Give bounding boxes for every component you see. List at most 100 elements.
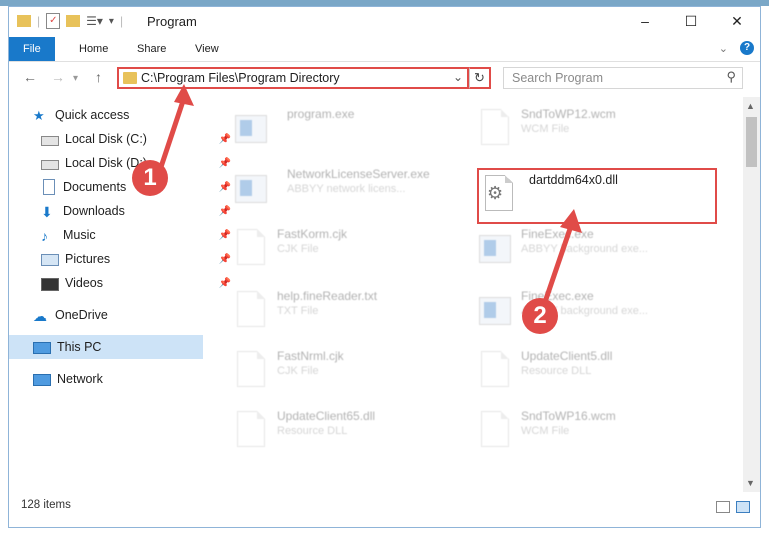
file-name: NetworkLicenseServer.exe [287, 167, 430, 181]
customize-toolbar-icon[interactable]: ▾ [109, 16, 114, 27]
file-item[interactable]: SndToWP16.wcm WCM File [477, 403, 717, 453]
details-view-icon[interactable] [716, 501, 730, 513]
close-button[interactable]: ✕ [714, 7, 760, 35]
sidebar-item-music[interactable]: ♪ Music 📌 [9, 223, 235, 247]
sidebar-item-label: Network [57, 372, 103, 386]
file-type: TXT File [277, 305, 319, 317]
properties-icon[interactable]: ✓ [46, 13, 61, 29]
search-box[interactable]: ⚲ [503, 67, 743, 89]
document-icon [43, 179, 55, 195]
file-type: CJK File [277, 365, 319, 377]
dll-gear-icon [233, 409, 267, 449]
exe-icon [477, 227, 511, 267]
file-list: program.exe SndToWP12.wcm WCM File Netwo… [207, 97, 741, 487]
tab-home[interactable]: Home [67, 37, 120, 61]
sidebar-item-label: Pictures [65, 252, 111, 266]
sidebar-item-label: OneDrive [55, 308, 108, 322]
sidebar-item-label: This PC [57, 340, 102, 354]
minimize-button[interactable]: – [622, 7, 668, 35]
chevron-down-icon[interactable]: ⌄ [453, 70, 463, 84]
quick-access-toolbar: | ✓ ☰▾ ▾ | [17, 13, 123, 29]
ribbon-controls: ⌄ ? [719, 41, 754, 55]
file-item[interactable]: NetworkLicenseServer.exe ABBYY network l… [233, 161, 473, 211]
file-item[interactable]: UpdateClient5.dll Resource DLL [477, 343, 717, 393]
file-item[interactable]: FastKorm.cjk CJK File [233, 221, 473, 271]
navigation-bar: ← → ▾ ↑ C:\Program Files\Program Directo… [9, 64, 760, 92]
file-item[interactable]: UpdateClient65.dll Resource DLL [233, 403, 473, 453]
file-name: SndToWP12.wcm [521, 107, 616, 121]
download-icon: ⬇ [41, 204, 53, 220]
folder-icon [17, 15, 31, 27]
recent-locations-icon[interactable]: ▾ [73, 73, 78, 84]
file-item[interactable]: FastNrml.cjk CJK File [233, 343, 473, 393]
expand-ribbon-icon[interactable]: ⌄ [719, 42, 728, 55]
tab-view[interactable]: View [183, 37, 231, 61]
separator: | [119, 14, 124, 28]
file-name: help.fineReader.txt [277, 289, 378, 303]
file-item[interactable]: FineExec.exe ABBYY background exe... [477, 283, 717, 333]
tab-file[interactable]: File [9, 37, 55, 61]
file-type: WCM File [521, 425, 570, 437]
picture-icon [41, 254, 59, 266]
search-input[interactable] [510, 70, 714, 86]
scrollbar-thumb[interactable] [746, 117, 757, 167]
file-type: Resource DLL [277, 425, 348, 437]
sidebar-item-label: Music [63, 228, 96, 242]
sidebar-item-videos[interactable]: Videos 📌 [9, 271, 235, 295]
explorer-window: | ✓ ☰▾ ▾ | Program – ☐ ✕ File Home Share… [8, 6, 761, 528]
file-item[interactable]: FineExec.exe ABBYY background exe... [477, 221, 717, 271]
tab-share[interactable]: Share [125, 37, 178, 61]
exe-icon [233, 107, 267, 147]
file-icon [477, 409, 511, 449]
file-type: Resource DLL [521, 365, 592, 377]
sidebar-item-local-disk-d[interactable]: Local Disk (D:) 📌 [9, 151, 235, 175]
video-icon [41, 277, 59, 291]
forward-button[interactable]: → [51, 69, 65, 85]
file-item[interactable]: SndToWP12.wcm WCM File [477, 101, 717, 151]
disk-icon [41, 160, 59, 170]
sidebar-item-label: Local Disk (C:) [65, 132, 147, 146]
sidebar-item-documents[interactable]: Documents 📌 [9, 175, 235, 199]
network-icon [33, 373, 51, 386]
computer-icon [33, 341, 51, 354]
sidebar-item-label: Documents [63, 180, 127, 194]
file-name: UpdateClient65.dll [277, 409, 376, 423]
exe-icon [477, 289, 511, 329]
cloud-icon: ☁ [33, 308, 47, 324]
window-controls: – ☐ ✕ [622, 7, 760, 35]
help-icon[interactable]: ? [740, 41, 754, 55]
file-item[interactable]: program.exe [233, 101, 473, 151]
ribbon: File Home Share View ⌄ ? [9, 37, 760, 62]
scroll-up-icon[interactable]: ▲ [746, 101, 755, 111]
sidebar-item-downloads[interactable]: ⬇ Downloads 📌 [9, 199, 235, 223]
file-name: UpdateClient5.dll [521, 349, 613, 363]
up-button[interactable]: ↑ [95, 69, 102, 85]
maximize-button[interactable]: ☐ [668, 7, 714, 35]
search-icon[interactable]: ⚲ [726, 69, 736, 85]
sidebar-item-this-pc[interactable]: This PC [9, 335, 203, 359]
file-name: SndToWP16.wcm [521, 409, 616, 423]
sidebar-item-pictures[interactable]: Pictures 📌 [9, 247, 235, 271]
refresh-button[interactable]: ↻ [469, 67, 491, 89]
sidebar-item-network[interactable]: Network [9, 367, 227, 391]
vertical-scrollbar[interactable]: ▲ ▼ [743, 97, 760, 492]
title-bar: | ✓ ☰▾ ▾ | Program – ☐ ✕ [9, 7, 760, 35]
sidebar-item-local-disk-c[interactable]: Local Disk (C:) 📌 [9, 127, 235, 151]
new-folder-icon[interactable] [66, 15, 81, 27]
file-icon [233, 227, 267, 267]
file-icon [233, 349, 267, 389]
sidebar-item-onedrive[interactable]: ☁ OneDrive [9, 303, 227, 327]
folder-icon [123, 72, 137, 84]
window-title: Program [147, 14, 197, 29]
star-icon: ★ [33, 108, 45, 123]
music-icon: ♪ [41, 228, 48, 244]
scroll-down-icon[interactable]: ▼ [746, 478, 755, 488]
back-button[interactable]: ← [23, 69, 37, 85]
separator: | [37, 14, 41, 28]
file-type: WCM File [521, 123, 570, 135]
view-options-icon[interactable]: ☰▾ [86, 14, 103, 28]
callout-2: 2 [522, 298, 558, 334]
tiles-view-icon[interactable] [736, 501, 750, 513]
file-item[interactable]: help.fineReader.txt TXT File [233, 283, 473, 333]
file-type: CJK File [277, 243, 319, 255]
